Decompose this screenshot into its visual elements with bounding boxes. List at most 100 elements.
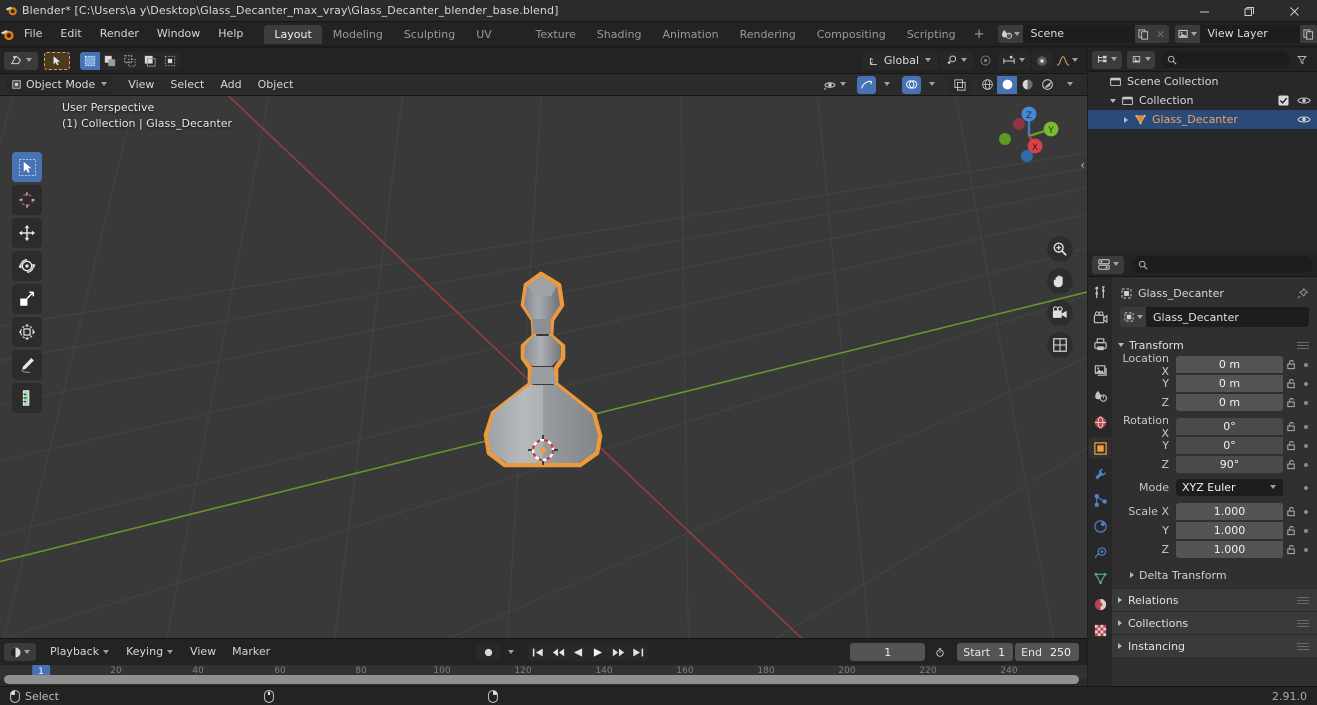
- lock-icon[interactable]: [1283, 506, 1299, 517]
- show-gizmo-toggle[interactable]: [820, 76, 850, 94]
- maximize-button[interactable]: [1227, 0, 1272, 22]
- playback-controls[interactable]: [528, 643, 649, 661]
- new-scene-button[interactable]: [1134, 25, 1153, 43]
- scale-x-field[interactable]: 1.000: [1176, 503, 1283, 520]
- end-value[interactable]: 250: [1048, 646, 1079, 659]
- object-icon[interactable]: [1120, 307, 1146, 327]
- outliner-row-glass-decanter[interactable]: Glass_Decanter: [1088, 110, 1317, 129]
- pan-tool-button[interactable]: [1047, 268, 1073, 294]
- rotation-z-field[interactable]: 90°: [1176, 456, 1283, 473]
- eye-icon[interactable]: [1297, 114, 1311, 125]
- editor-type-selector[interactable]: [4, 51, 38, 70]
- minimize-button[interactable]: [1182, 0, 1227, 22]
- tab-animation[interactable]: Animation: [652, 25, 728, 44]
- shading-wireframe-icon[interactable]: [977, 76, 997, 94]
- viewport-menu-add[interactable]: Add: [212, 76, 249, 94]
- animate-property-dot[interactable]: [1299, 362, 1313, 367]
- close-button[interactable]: [1272, 0, 1317, 22]
- shading-solid-icon[interactable]: [997, 75, 1017, 94]
- transform-orientation-selector[interactable]: Global: [861, 51, 938, 70]
- auto-keying-toggle[interactable]: [476, 643, 501, 661]
- tweak-tool-button[interactable]: [44, 51, 70, 70]
- remove-scene-button[interactable]: ✕: [1152, 25, 1169, 43]
- use-preview-range-icon[interactable]: [931, 643, 949, 661]
- current-frame-field[interactable]: 1: [850, 643, 926, 661]
- delta-transform-subpanel[interactable]: Delta Transform: [1112, 565, 1317, 585]
- animate-property-dot[interactable]: [1299, 424, 1313, 429]
- select-invert-icon[interactable]: [140, 52, 160, 70]
- auto-keyframe-toggle[interactable]: [1032, 51, 1052, 70]
- transform-tool[interactable]: [12, 317, 42, 347]
- animate-property-dot[interactable]: [1299, 400, 1313, 405]
- lock-icon[interactable]: [1283, 525, 1299, 536]
- outliner-row-scene-collection[interactable]: Scene Collection: [1088, 72, 1317, 91]
- disclosure-triangle-icon[interactable]: [1106, 98, 1119, 103]
- rotation-x-field[interactable]: 0°: [1176, 418, 1283, 435]
- previous-keyframe-button[interactable]: [548, 643, 568, 661]
- properties-tab-constraint[interactable]: [1089, 541, 1111, 563]
- instancing-panel[interactable]: Instancing: [1112, 634, 1317, 657]
- viewport-menu-view[interactable]: View: [120, 76, 162, 94]
- snapping-toggle[interactable]: [998, 51, 1030, 70]
- blender-menu-icon[interactable]: [0, 27, 15, 42]
- location-z-field[interactable]: 0 m: [1176, 394, 1283, 411]
- play-reverse-button[interactable]: [568, 643, 588, 661]
- zoom-tool-button[interactable]: [1047, 236, 1073, 262]
- disclosure-triangle-icon[interactable]: [1119, 116, 1132, 123]
- toggle-orthographic-button[interactable]: [1047, 332, 1073, 358]
- animate-property-dot[interactable]: [1299, 509, 1313, 514]
- lock-icon[interactable]: [1283, 459, 1299, 470]
- properties-tab-world[interactable]: [1089, 411, 1111, 433]
- shading-dropdown[interactable]: [1061, 76, 1079, 94]
- outliner-filter-icon[interactable]: [1293, 51, 1311, 69]
- timeline-scrollbar[interactable]: [4, 675, 1079, 684]
- rotate-tool[interactable]: [12, 251, 42, 281]
- frame-range-end[interactable]: End 250: [1015, 643, 1079, 661]
- timeline-menu-marker[interactable]: Marker: [224, 643, 278, 661]
- properties-tab-tool[interactable]: [1089, 281, 1111, 303]
- frame-range-start[interactable]: Start 1: [957, 643, 1014, 661]
- properties-tab-render[interactable]: [1089, 307, 1111, 329]
- play-button[interactable]: [588, 643, 608, 661]
- tweak-tool[interactable]: [12, 152, 42, 182]
- measure-tool[interactable]: [12, 383, 42, 413]
- select-intersect-icon[interactable]: [160, 52, 180, 70]
- properties-tab-modifier[interactable]: [1089, 463, 1111, 485]
- timeline-menu-keying[interactable]: Keying: [118, 643, 182, 661]
- next-keyframe-button[interactable]: [608, 643, 628, 661]
- lock-icon[interactable]: [1283, 378, 1299, 389]
- add-workspace-button[interactable]: +: [967, 27, 992, 42]
- scene-id-widget[interactable]: Scene ✕: [997, 25, 1169, 43]
- annotate-tool[interactable]: [12, 350, 42, 380]
- pin-icon[interactable]: [1296, 287, 1309, 300]
- new-view-layer-button[interactable]: [1299, 25, 1317, 43]
- menu-edit[interactable]: Edit: [51, 24, 90, 44]
- outliner-display-mode-selector[interactable]: [1127, 50, 1155, 69]
- properties-tab-texture[interactable]: [1089, 619, 1111, 641]
- properties-search-input[interactable]: [1132, 256, 1313, 273]
- timeline-editor-type-selector[interactable]: [4, 643, 36, 661]
- tab-scripting[interactable]: Scripting: [897, 25, 966, 44]
- rotation-mode-dropdown[interactable]: XYZ Euler: [1176, 479, 1283, 496]
- cursor-tool[interactable]: [12, 185, 42, 215]
- animate-property-dot[interactable]: [1299, 485, 1313, 490]
- object-name-field[interactable]: Glass_Decanter: [1120, 307, 1309, 327]
- select-mode-group[interactable]: [80, 51, 180, 70]
- lock-icon[interactable]: [1283, 421, 1299, 432]
- relations-panel[interactable]: Relations: [1112, 588, 1317, 611]
- scene-name[interactable]: Scene: [1022, 25, 1135, 43]
- viewport-shading-group[interactable]: [977, 75, 1057, 94]
- properties-tab-material[interactable]: [1089, 593, 1111, 615]
- animate-property-dot[interactable]: [1299, 462, 1313, 467]
- collection-checkbox[interactable]: [1278, 95, 1289, 106]
- xray-dropdown[interactable]: [923, 76, 941, 94]
- animate-property-dot[interactable]: [1299, 381, 1313, 386]
- xray-toggle[interactable]: [902, 75, 921, 94]
- select-extend-icon[interactable]: [100, 52, 120, 70]
- outliner-editor-type-selector[interactable]: [1092, 50, 1122, 69]
- scale-z-field[interactable]: 1.000: [1176, 541, 1283, 558]
- sidebar-collapse-arrow-icon[interactable]: ‹: [1080, 158, 1085, 172]
- properties-tab-view-layer[interactable]: [1089, 359, 1111, 381]
- properties-tab-object[interactable]: [1089, 437, 1111, 459]
- lock-icon[interactable]: [1283, 440, 1299, 451]
